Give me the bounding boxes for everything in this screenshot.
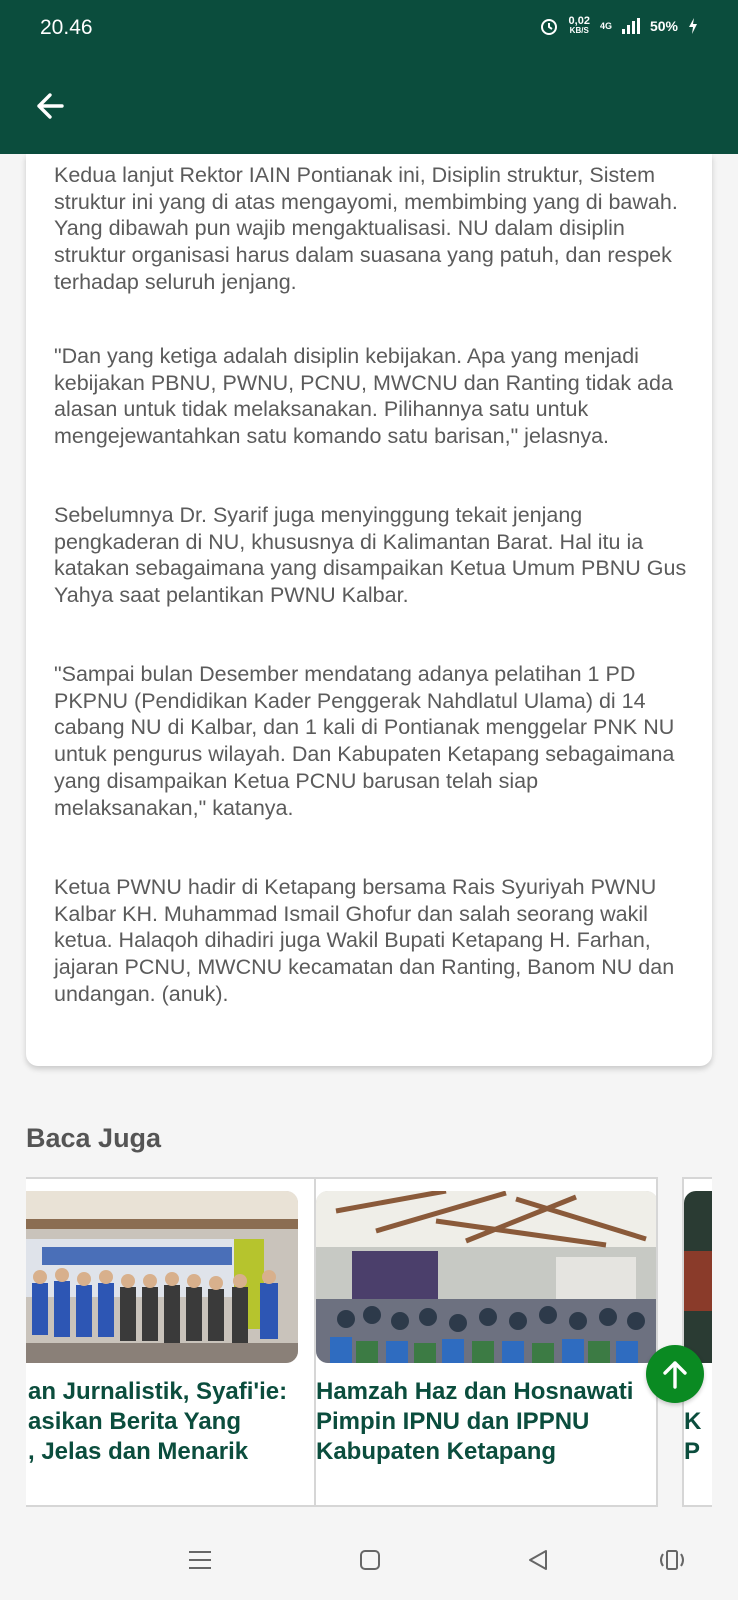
home-square-icon	[360, 1550, 380, 1570]
signal-icon	[621, 18, 640, 34]
rotate-screen-icon	[660, 1550, 684, 1570]
charging-icon	[689, 18, 697, 34]
battery-level: 50%	[649, 18, 678, 34]
related-title: an Jurnalistik, Syafi'ie: asikan Berita …	[28, 1378, 288, 1465]
network-type: 4G	[599, 21, 612, 31]
related-heading: Baca Juga	[26, 1123, 162, 1153]
related-thumbnail	[684, 1191, 712, 1363]
alarm-icon	[540, 19, 557, 35]
article-card: Kedua lanjut Rektor IAIN Pontianak ini, …	[26, 154, 712, 1066]
related-card[interactable]: an Jurnalistik, Syafi'ie: asikan Berita …	[26, 1177, 320, 1507]
arrow-up-icon	[663, 1361, 687, 1389]
article-paragraph: "Sampai bulan Desember mendatang adanya …	[54, 662, 675, 820]
net-speed-unit: KB/S	[569, 26, 589, 35]
rotate-button[interactable]	[650, 1540, 694, 1580]
related-card[interactable]: P K P	[682, 1177, 712, 1507]
status-icons: 0,02 KB/S 4G 50%	[539, 16, 698, 36]
back-triangle-icon	[529, 1550, 547, 1570]
status-bar: 20.46 0,02 KB/S 4G 50%	[0, 0, 738, 56]
status-time: 20.46	[40, 16, 93, 39]
article-paragraph: Kedua lanjut Rektor IAIN Pontianak ini, …	[54, 163, 678, 294]
related-title: Hamzah Haz dan Hosnawati Pimpin IPNU dan…	[316, 1378, 634, 1465]
net-speed: 0,02 KB/S	[569, 16, 590, 36]
app-bar	[0, 56, 738, 154]
back-arrow-icon[interactable]	[30, 86, 70, 126]
menu-icon	[189, 1551, 211, 1569]
related-thumbnail	[26, 1191, 298, 1363]
back-button[interactable]	[516, 1540, 560, 1580]
home-button[interactable]	[348, 1540, 392, 1580]
system-nav-bar	[0, 1522, 738, 1600]
related-carousel[interactable]: an Jurnalistik, Syafi'ie: asikan Berita …	[26, 1177, 712, 1510]
menu-button[interactable]	[178, 1540, 222, 1580]
article-paragraph: "Dan yang ketiga adalah disiplin kebijak…	[54, 344, 673, 449]
net-speed-value: 0,02	[568, 15, 590, 27]
article-paragraph: Sebelumnya Dr. Syarif juga menyinggung t…	[54, 503, 687, 608]
article-paragraph: Ketua PWNU hadir di Ketapang bersama Rai…	[54, 875, 675, 1006]
scroll-to-top-button[interactable]	[646, 1345, 704, 1403]
related-thumbnail	[316, 1191, 656, 1363]
related-card[interactable]: Hamzah Haz dan Hosnawati Pimpin IPNU dan…	[314, 1177, 658, 1507]
